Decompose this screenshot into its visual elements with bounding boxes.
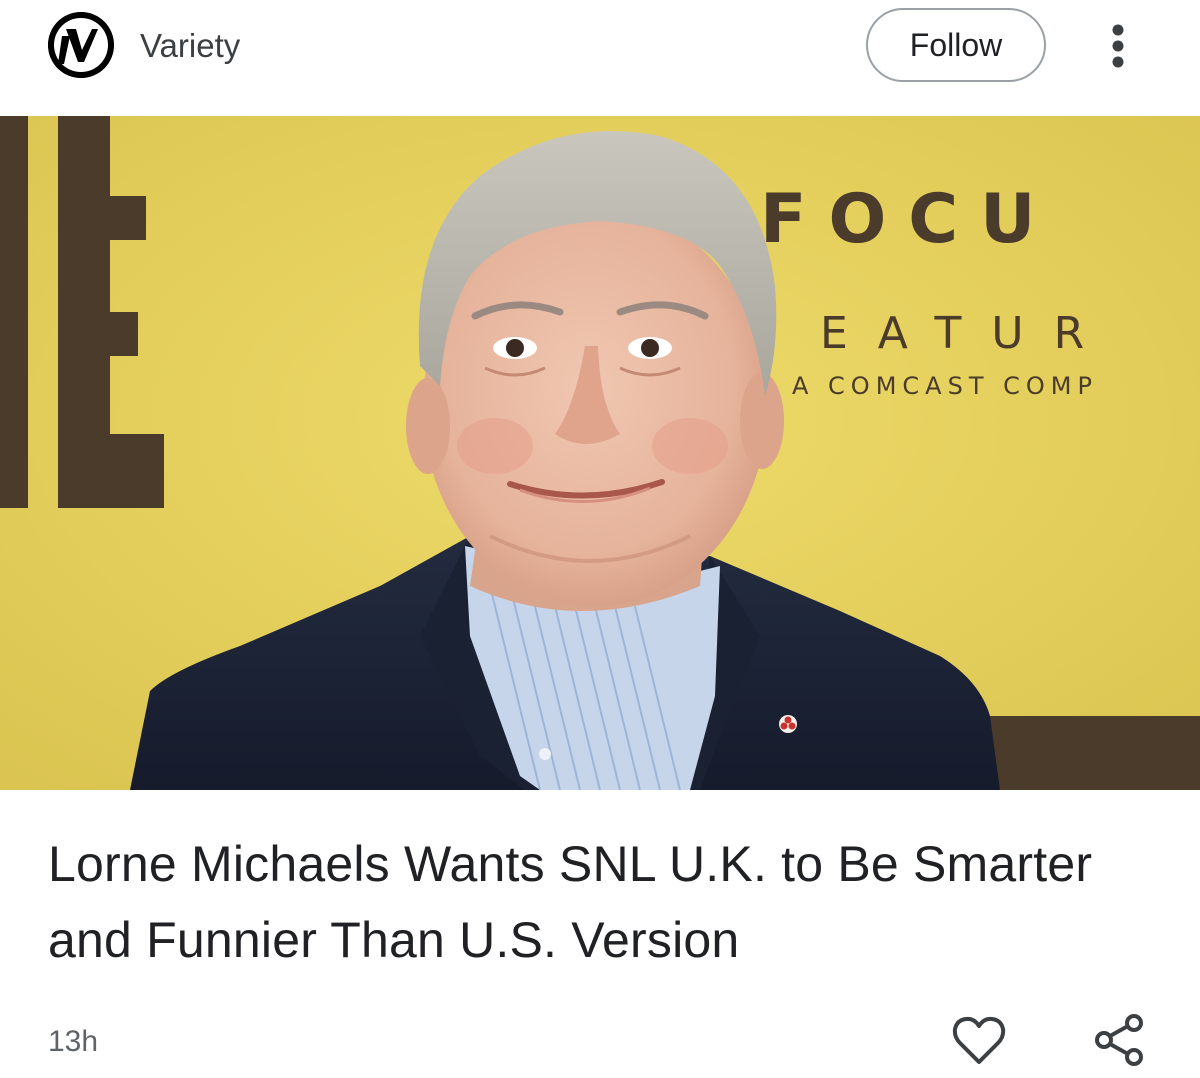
lapel-pin (779, 715, 797, 733)
svg-text:EATUR: EATUR (820, 308, 1114, 359)
article-age: 13h (48, 1025, 99, 1058)
variety-logo-icon[interactable] (48, 12, 114, 78)
heart-outline-icon[interactable] (948, 1012, 1010, 1070)
share-icon[interactable] (1090, 1010, 1148, 1070)
source-name[interactable]: Variety (140, 24, 240, 68)
article-headline[interactable]: Lorne Michaels Wants SNL U.K. to Be Smar… (48, 826, 1158, 978)
more-vert-icon[interactable] (1096, 18, 1140, 74)
svg-text:A COMCAST COMP: A COMCAST COMP (792, 372, 1098, 400)
follow-button[interactable]: Follow (866, 8, 1046, 82)
article-card-header: Variety Follow (0, 0, 1200, 116)
article-hero-image[interactable]: FOCU EATUR A COMCAST COMP (0, 116, 1200, 790)
svg-text:FOCU: FOCU (760, 180, 1057, 259)
